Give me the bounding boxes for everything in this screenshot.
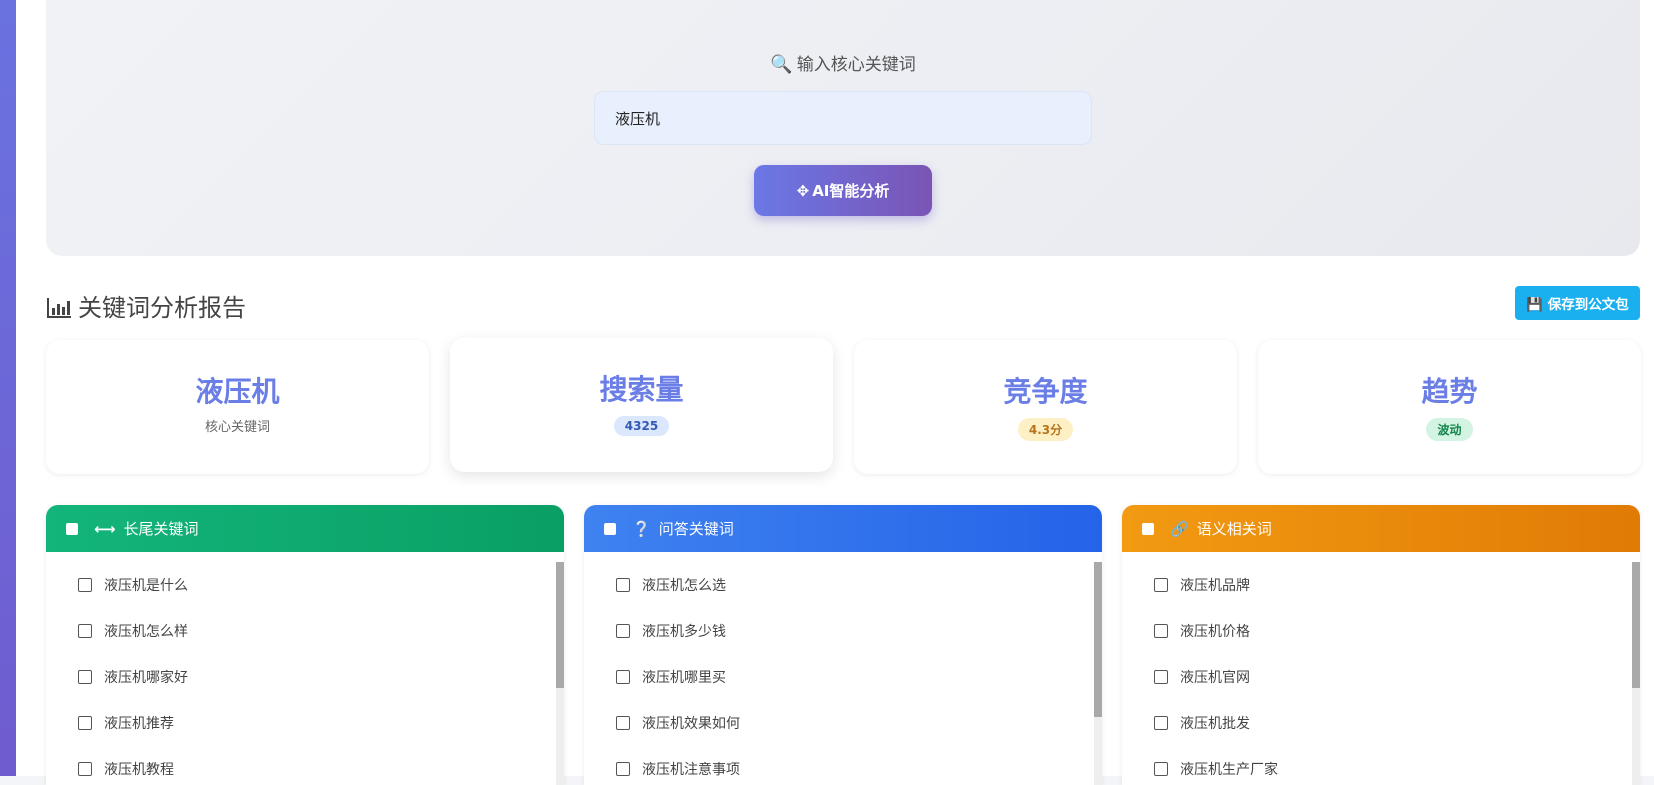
search-hero: 🔍输入核心关键词 ✥AI智能分析 (46, 0, 1640, 256)
item-label: 液压机教程 (104, 762, 174, 778)
list-item[interactable]: 液压机注意事项 (584, 746, 1102, 785)
item-label: 液压机怎么选 (642, 578, 726, 594)
list-item[interactable]: 液压机哪里买 (584, 654, 1102, 700)
left-sidebar-rail (0, 0, 16, 776)
item-checkbox[interactable] (616, 716, 630, 730)
select-all-checkbox[interactable] (1142, 522, 1154, 535)
item-label: 液压机怎么样 (104, 624, 188, 640)
save-to-briefcase-button[interactable]: 💾 保存到公文包 (1515, 286, 1640, 320)
stat-card-title: 竞争度 (1003, 375, 1088, 408)
item-label: 液压机是什么 (104, 578, 188, 594)
search-volume-badge: 4325 (613, 416, 670, 436)
panel-list: 液压机品牌 液压机价格 液压机官网 液压机批发 液压机生产厂家 (1122, 562, 1640, 785)
scrollbar[interactable] (1094, 562, 1102, 785)
item-label: 液压机注意事项 (642, 762, 740, 778)
scrollbar-thumb[interactable] (556, 562, 564, 688)
stat-card-sub: 核心关键词 (204, 420, 270, 435)
item-checkbox[interactable] (616, 762, 630, 776)
panel-header: ❔ 问答关键词 (584, 505, 1102, 552)
list-item[interactable]: 液压机教程 (46, 746, 564, 785)
select-all-checkbox[interactable] (66, 522, 78, 535)
item-label: 液压机批发 (1180, 716, 1250, 732)
list-item[interactable]: 液压机品牌 (1122, 562, 1640, 608)
item-label: 液压机生产厂家 (1180, 762, 1278, 778)
panel-header: ⟷ 长尾关键词 (46, 505, 564, 552)
stat-card-title: 液压机 (195, 375, 280, 408)
stat-card-competition: 竞争度 4.3分 (854, 340, 1237, 474)
item-checkbox[interactable] (616, 670, 630, 684)
panel-list: 液压机是什么 液压机怎么样 液压机哪家好 液压机推荐 液压机教程 (46, 562, 564, 785)
save-icon: 💾 (1526, 297, 1548, 313)
item-checkbox[interactable] (78, 578, 92, 592)
bar-chart-icon (46, 297, 72, 325)
item-checkbox[interactable] (78, 670, 92, 684)
panel-long-tail-keywords: ⟷ 长尾关键词 液压机是什么 液压机怎么样 液压机哪家好 液压机推荐 液压机教程 (46, 505, 564, 785)
item-checkbox[interactable] (1154, 578, 1168, 592)
item-checkbox[interactable] (1154, 716, 1168, 730)
item-checkbox[interactable] (1154, 624, 1168, 638)
panel-title: 语义相关词 (1196, 520, 1272, 538)
stat-card-title: 搜索量 (599, 373, 684, 406)
select-all-checkbox[interactable] (604, 522, 616, 535)
ai-analyze-label: AI智能分析 (812, 182, 890, 200)
panel-semantic-keywords: 🔗 语义相关词 液压机品牌 液压机价格 液压机官网 液压机批发 液压机生产厂家 (1122, 505, 1640, 785)
item-label: 液压机效果如何 (642, 716, 740, 732)
item-checkbox[interactable] (616, 624, 630, 638)
item-label: 液压机多少钱 (642, 624, 726, 640)
item-checkbox[interactable] (78, 762, 92, 776)
search-label-row: 🔍 输入核心关键词 (46, 50, 1640, 75)
stat-card-trend: 趋势 波动 (1258, 340, 1641, 474)
list-item[interactable]: 液压机多少钱 (584, 608, 1102, 654)
item-checkbox[interactable] (1154, 762, 1168, 776)
list-item[interactable]: 液压机生产厂家 (1122, 746, 1640, 785)
panel-title: 长尾关键词 (123, 520, 199, 538)
item-checkbox[interactable] (1154, 670, 1168, 684)
panel-qa-keywords: ❔ 问答关键词 液压机怎么选 液压机多少钱 液压机哪里买 液压机效果如何 液压机… (584, 505, 1102, 785)
panel-list: 液压机怎么选 液压机多少钱 液压机哪里买 液压机效果如何 液压机注意事项 (584, 562, 1102, 785)
save-button-label: 保存到公文包 (1547, 297, 1629, 313)
magic-wand-icon: ✥ (796, 182, 810, 200)
stat-card-keyword: 液压机 核心关键词 (46, 340, 429, 474)
list-item[interactable]: 液压机效果如何 (584, 700, 1102, 746)
item-label: 液压机价格 (1180, 624, 1250, 640)
link-icon: 🔗 (1170, 519, 1189, 538)
list-item[interactable]: 液压机怎么选 (584, 562, 1102, 608)
scrollbar-thumb[interactable] (1632, 562, 1640, 688)
ai-analyze-button[interactable]: ✥ AI智能分析 (754, 165, 932, 216)
keyword-input[interactable] (594, 91, 1092, 145)
list-item[interactable]: 液压机推荐 (46, 700, 564, 746)
report-title: 关键词分析报告 (46, 288, 246, 325)
scrollbar[interactable] (1632, 562, 1640, 785)
stat-card-title: 趋势 (1421, 375, 1478, 408)
panel-title: 问答关键词 (658, 520, 734, 538)
list-item[interactable]: 液压机价格 (1122, 608, 1640, 654)
item-checkbox[interactable] (78, 716, 92, 730)
item-label: 液压机推荐 (104, 716, 174, 732)
list-item[interactable]: 液压机批发 (1122, 700, 1640, 746)
arrows-horizontal-icon: ⟷ (94, 519, 116, 538)
question-circle-icon: ❔ (632, 519, 651, 538)
item-checkbox[interactable] (78, 624, 92, 638)
trend-badge: 波动 (1426, 418, 1473, 441)
list-item[interactable]: 液压机怎么样 (46, 608, 564, 654)
list-item[interactable]: 液压机官网 (1122, 654, 1640, 700)
stat-card-search-volume: 搜索量 4325 (450, 338, 833, 472)
panel-header: 🔗 语义相关词 (1122, 505, 1640, 552)
search-icon: 🔍 (770, 54, 793, 75)
list-item[interactable]: 液压机哪家好 (46, 654, 564, 700)
item-label: 液压机哪里买 (642, 670, 726, 686)
item-checkbox[interactable] (616, 578, 630, 592)
report-title-text: 关键词分析报告 (78, 294, 246, 322)
scrollbar-thumb[interactable] (1094, 562, 1102, 717)
list-item[interactable]: 液压机是什么 (46, 562, 564, 608)
search-label: 输入核心关键词 (796, 55, 916, 75)
item-label: 液压机哪家好 (104, 670, 188, 686)
item-label: 液压机品牌 (1180, 578, 1250, 594)
item-label: 液压机官网 (1180, 670, 1250, 686)
competition-badge: 4.3分 (1017, 418, 1074, 441)
scrollbar[interactable] (556, 562, 564, 785)
